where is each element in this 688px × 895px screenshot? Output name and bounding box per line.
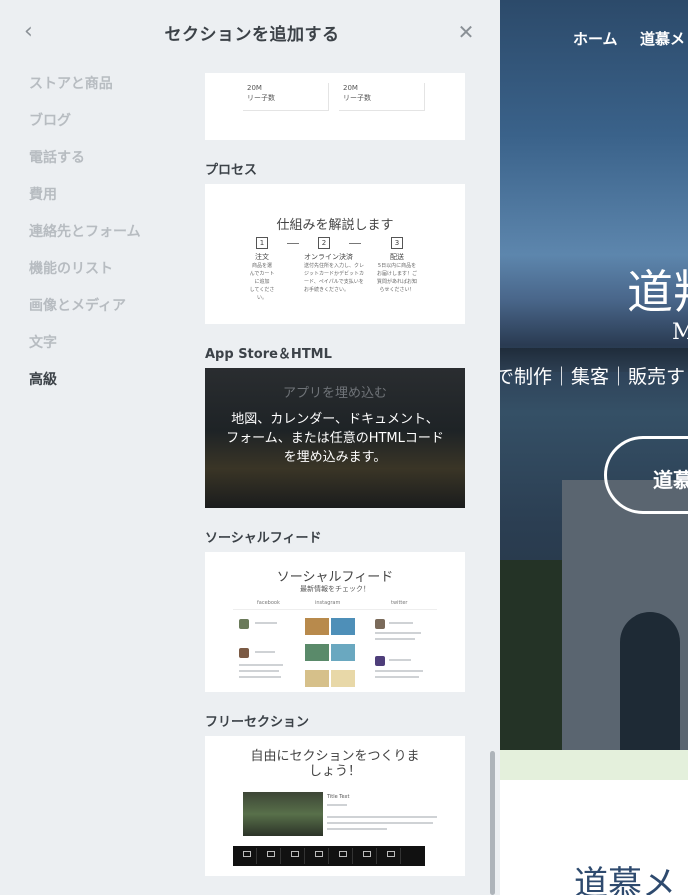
section-title-appstore: App Store＆HTML: [205, 347, 332, 362]
appstore-description: 地図、カレンダー、ドキュメント、フォーム、または任意のHTMLコードを埋め込みま…: [226, 412, 444, 465]
nav-link[interactable]: 道慕メ: [640, 28, 685, 49]
hero-cta-button[interactable]: 道慕: [604, 436, 688, 514]
text-line: [239, 664, 283, 666]
avatar: [239, 619, 249, 629]
preview-subheading: 最新情報をチェック！: [300, 585, 370, 593]
category-item[interactable]: ブログ: [29, 110, 189, 147]
video-tool-icon: [309, 848, 329, 864]
preview-heading: ソーシャルフィード: [276, 570, 394, 585]
nav-link-home[interactable]: ホーム: [573, 28, 618, 49]
next-section-title: 道慕メ: [574, 864, 676, 895]
text-line: [375, 638, 415, 640]
text-line: [327, 828, 387, 830]
avatar: [375, 656, 385, 666]
step-connector: [349, 243, 361, 244]
hero-tagline: で制作｜集客｜販売す: [500, 366, 686, 388]
preview-heading: 仕組みを解説します: [276, 218, 394, 233]
process-section-card[interactable]: 仕組みを解説します 1 注文 商品を選 んでカート に追加 してくださ い。 2…: [205, 184, 465, 324]
image-tool-icon: [285, 848, 305, 864]
category-item-active[interactable]: 高級: [29, 369, 189, 406]
panel-title: セクションを追加する: [164, 25, 340, 45]
feed-thumbnail: [331, 618, 355, 635]
text-line: [375, 632, 421, 634]
text-line: [375, 670, 423, 672]
category-item[interactable]: 連絡先とフォーム: [29, 221, 189, 258]
hero-cta-label: 道慕: [653, 468, 688, 492]
text-line: [255, 622, 277, 624]
section-title-social: ソーシャルフィード: [205, 531, 322, 546]
category-item[interactable]: ストアと商品: [29, 73, 189, 110]
step-connector: [287, 243, 299, 244]
panel-scrollbar[interactable]: [490, 751, 495, 895]
instagram-icon: instagram: [315, 600, 341, 606]
preview-item-title: Title Text: [327, 794, 350, 800]
signup-tool-icon: [357, 848, 377, 864]
appstore-section-card[interactable]: アプリを埋め込む 地図、カレンダー、ドキュメント、フォーム、または任意のHTML…: [205, 368, 465, 508]
editor-toolbar: [233, 846, 425, 866]
process-step: 1 注文 商品を選 んでカート に追加 してくださ い。: [249, 237, 275, 301]
text-line: [327, 822, 433, 824]
close-icon[interactable]: ✕: [456, 20, 476, 44]
stat-cell: 20M リー子数: [243, 83, 329, 111]
feed-thumbnail: [305, 644, 329, 661]
section-divider-strip: [500, 750, 688, 780]
divider: [233, 609, 437, 610]
stats-section-card[interactable]: 20M リー子数 20M リー子数: [205, 73, 465, 140]
text-line: [327, 804, 347, 806]
text-line: [327, 816, 437, 818]
heading-tool-icon: [237, 848, 257, 864]
text-tool-icon: [261, 848, 281, 864]
process-step: 3 配送 5日以内に商品を お届けします！ご 質問があればお知 らせください！: [377, 237, 418, 293]
panel-header: ‹ セクションを追加する ✕: [0, 0, 500, 64]
hero-title: 道叛: [627, 265, 688, 319]
text-line: [239, 676, 281, 678]
category-item[interactable]: 画像とメディア: [29, 295, 189, 332]
avatar: [375, 619, 385, 629]
text-line: [239, 670, 279, 672]
preview-image: [243, 792, 323, 836]
section-title-process: プロセス: [205, 163, 258, 178]
feed-thumbnail: [305, 670, 329, 687]
bridge-arch-shape: [620, 612, 680, 762]
feed-thumbnail: [331, 670, 355, 687]
facebook-icon: facebook: [257, 600, 280, 606]
hero-subtitle: M: [672, 320, 688, 345]
text-line: [389, 659, 411, 661]
category-item[interactable]: 文字: [29, 332, 189, 369]
category-item[interactable]: 費用: [29, 184, 189, 221]
preview-heading: アプリを埋め込む: [282, 386, 387, 401]
section-list: 20M リー子数 20M リー子数 プロセス 仕組みを解説します 1 注文 商品…: [205, 64, 467, 895]
text-line: [375, 676, 419, 678]
contact-tool-icon: [381, 848, 401, 864]
social-section-card[interactable]: ソーシャルフィード 最新情報をチェック！ facebook instagram …: [205, 552, 465, 692]
add-section-panel: ‹ セクションを追加する ✕ ストアと商品 ブログ 電話する 費用 連絡先とフォ…: [0, 0, 500, 895]
preview-heading: 自由にセクションをつくりましょう！: [250, 749, 420, 779]
category-item[interactable]: 機能のリスト: [29, 258, 189, 295]
category-item[interactable]: 電話する: [29, 147, 189, 184]
twitter-icon: twitter: [391, 600, 408, 606]
text-line: [389, 622, 413, 624]
feed-thumbnail: [305, 618, 329, 635]
stat-cell: 20M リー子数: [339, 83, 425, 111]
text-line: [255, 651, 275, 653]
process-step: 2 オンライン決済 送付先住所を入力し、クレ ジットカードかデビットカ ード、ペ…: [304, 237, 365, 293]
button-tool-icon: [333, 848, 353, 864]
free-section-card[interactable]: 自由にセクションをつくりましょう！ Title Text: [205, 736, 465, 876]
feed-thumbnail: [331, 644, 355, 661]
site-preview: ホーム 道慕メ 道叛 M で制作｜集客｜販売す 道慕 道慕メ: [500, 0, 688, 895]
avatar: [239, 648, 249, 658]
category-list: ストアと商品 ブログ 電話する 費用 連絡先とフォーム 機能のリスト 画像とメデ…: [29, 73, 189, 406]
section-title-free: フリーセクション: [205, 715, 310, 730]
